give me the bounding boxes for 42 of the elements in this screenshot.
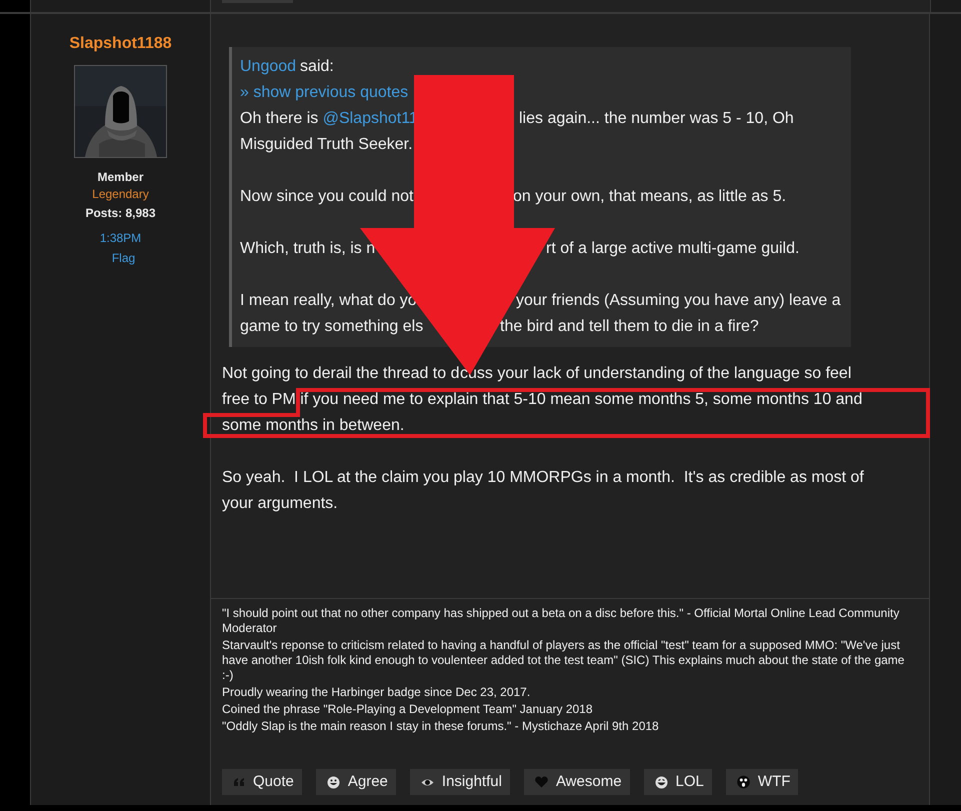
signature-line: Proudly wearing the Harbinger badge since Dec 23, 2017. [222, 685, 532, 700]
quote-marks-icon [233, 778, 245, 786]
text-fragment: some months in between. [222, 416, 404, 436]
text-fragment: Which, truth is, is n [240, 239, 376, 259]
text-fragment: the bird and tell them to die in a fire? [500, 317, 759, 337]
user-role: Member [97, 169, 144, 185]
text-fragment: on your own, that means, as little as 5. [513, 187, 786, 207]
text-fragment: rt of a large active multi-game guild. [546, 239, 800, 259]
reaction-button[interactable]: Quote [222, 769, 302, 795]
reaction-button[interactable]: Insightful [410, 769, 510, 795]
reaction-button[interactable]: Agree [316, 769, 396, 795]
signature-line: Starvault's reponse to criticism related to having a handful of players as the official "test" team for a supposed MMO: "We've just have another 10ish folk kind enough to voulenteer added tot the test team" (SIC) This explains much about the state of the game :-) [222, 638, 906, 683]
text-fragment: lies again... the number was 5 - 10, Oh [519, 109, 794, 129]
post-time-link[interactable]: 1:38PM [100, 230, 142, 246]
quote-author-link[interactable]: Ungood [240, 54, 296, 80]
flag-link[interactable]: Flag [112, 250, 136, 266]
reaction-button[interactable]: Awesome [524, 769, 630, 795]
reaction-button[interactable]: WTF [726, 769, 798, 795]
text-fragment: Now since you could not [240, 187, 414, 207]
reaction-button[interactable]: LOL [644, 769, 712, 795]
heart-icon [534, 776, 548, 788]
eye-icon [420, 778, 434, 786]
text-fragment: Oh there is [240, 109, 320, 129]
quote-said-label: said: [300, 57, 334, 77]
text-fragment: free to PM if you need me to explain that 5-10 mean some months 5, some months 10 and [222, 390, 862, 410]
mention-link[interactable]: @Slapshot11 [322, 106, 418, 132]
laughing-face-icon [654, 776, 668, 788]
smiley-icon [326, 776, 340, 788]
text-fragment: your friends (Assuming you have any) leave a [516, 291, 841, 311]
user-rank: Legendary [92, 186, 149, 202]
signature-line: "Oddly Slap is the main reason I stay in these forums." - Mystichaze April 9th 2018 [222, 719, 660, 734]
text-fragment: game to try something els [240, 317, 424, 337]
show-quotes-link[interactable]: » show previous quotes [240, 80, 408, 106]
username-link[interactable]: Slapshot1188 [69, 34, 172, 54]
shocked-face-icon [736, 775, 750, 789]
text-fragment: Not going to derail the thread to d [222, 364, 460, 384]
text-fragment: So yeah. I LOL at the claim you play 10 MMORPGs in a month. It's as credible as most of [222, 468, 864, 488]
signature-line: "I should point out that no other company has shipped out a beta on a disc before this." - Official Mortal Online Lead Community Moderator [222, 606, 900, 636]
text-fragment: your arguments. [222, 494, 338, 514]
post-count: Posts: 8,983 [85, 205, 156, 221]
text-fragment: Misguided Truth Seeker. [240, 135, 413, 155]
signature-line: Coined the phrase "Role-Playing a Development Team" January 2018 [222, 702, 594, 717]
